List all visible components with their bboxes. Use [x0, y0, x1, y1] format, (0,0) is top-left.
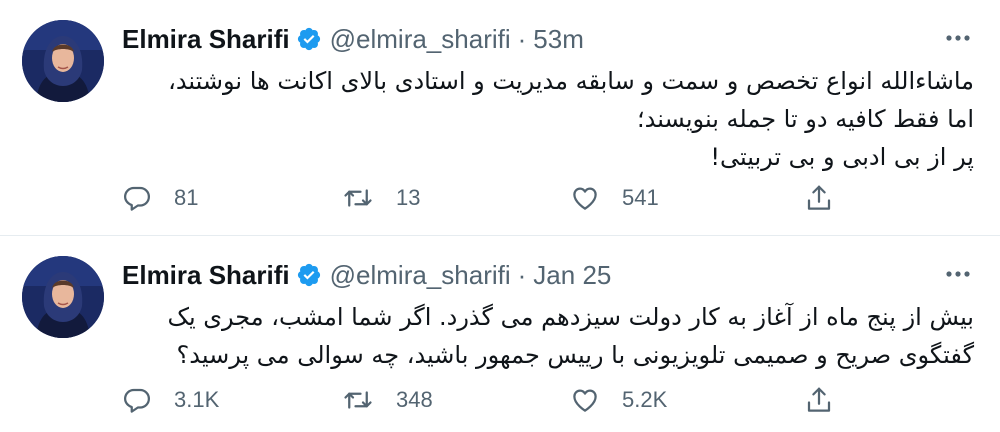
tweet-text: ماشاءالله انواع تخصص و سمت و سابقه مدیری…: [122, 62, 974, 176]
more-options-icon[interactable]: [940, 24, 976, 52]
retweet-icon: [342, 385, 374, 415]
tweet-feed: Elmira Sharifi @elmira_sharifi · 53m ماش…: [0, 0, 1000, 432]
timestamp[interactable]: Jan 25: [533, 258, 611, 292]
retweet-icon: [342, 183, 374, 213]
tweet-text-line: بیش از پنج ماه از آغاز به کار دولت سیزده…: [167, 303, 974, 331]
reply-button[interactable]: 81: [122, 180, 198, 216]
avatar[interactable]: [22, 256, 104, 338]
timestamp[interactable]: 53m: [533, 22, 584, 56]
like-button[interactable]: 5.2K: [570, 382, 667, 418]
avatar[interactable]: [22, 20, 104, 102]
tweet-text-line: اما فقط کافیه دو تا جمله بنویسند؛: [637, 105, 974, 133]
separator-dot: ·: [517, 24, 527, 54]
share-icon: [804, 385, 834, 415]
reply-icon: [122, 183, 152, 213]
tweet-text-line: گفتگوی صریح و صمیمی تلویزیونی با رییس جم…: [176, 341, 974, 369]
reply-button[interactable]: 3.1K: [122, 382, 219, 418]
author-handle[interactable]: @elmira_sharifi: [330, 22, 511, 56]
author-name[interactable]: Elmira Sharifi: [122, 258, 290, 292]
reply-icon: [122, 385, 152, 415]
retweet-count: 348: [396, 387, 433, 412]
like-count: 5.2K: [622, 387, 668, 412]
author-name[interactable]: Elmira Sharifi: [122, 22, 290, 56]
tweet-actions: 3.1K 348 5.2K: [122, 382, 842, 418]
tweet[interactable]: Elmira Sharifi @elmira_sharifi · 53m ماش…: [0, 0, 1000, 236]
retweet-button[interactable]: 348: [342, 382, 433, 418]
tweet-header: Elmira Sharifi @elmira_sharifi · Jan 25: [122, 258, 611, 292]
tweet-text-line: ماشاءالله انواع تخصص و سمت و سابقه مدیری…: [168, 67, 974, 95]
verified-badge-icon: [296, 26, 322, 52]
separator-dot: ·: [517, 260, 527, 290]
more-options-icon[interactable]: [940, 260, 976, 288]
heart-icon: [570, 385, 600, 415]
share-icon: [804, 183, 834, 213]
like-button[interactable]: 541: [570, 180, 659, 216]
reply-count: 3.1K: [174, 387, 220, 412]
like-count: 541: [622, 185, 659, 210]
author-handle[interactable]: @elmira_sharifi: [330, 258, 511, 292]
tweet-actions: 81 13 541: [122, 180, 842, 216]
share-button[interactable]: [804, 382, 856, 418]
tweet-text: بیش از پنج ماه از آغاز به کار دولت سیزده…: [122, 298, 974, 374]
reply-count: 81: [174, 185, 199, 210]
heart-icon: [570, 183, 600, 213]
retweet-button[interactable]: 13: [342, 180, 420, 216]
verified-badge-icon: [296, 262, 322, 288]
tweet-text-line: پر از بی ادبی و بی تربیتی!: [710, 143, 974, 171]
retweet-count: 13: [396, 185, 421, 210]
tweet-header: Elmira Sharifi @elmira_sharifi · 53m: [122, 22, 584, 56]
tweet[interactable]: Elmira Sharifi @elmira_sharifi · Jan 25 …: [0, 236, 1000, 432]
share-button[interactable]: [804, 180, 856, 216]
